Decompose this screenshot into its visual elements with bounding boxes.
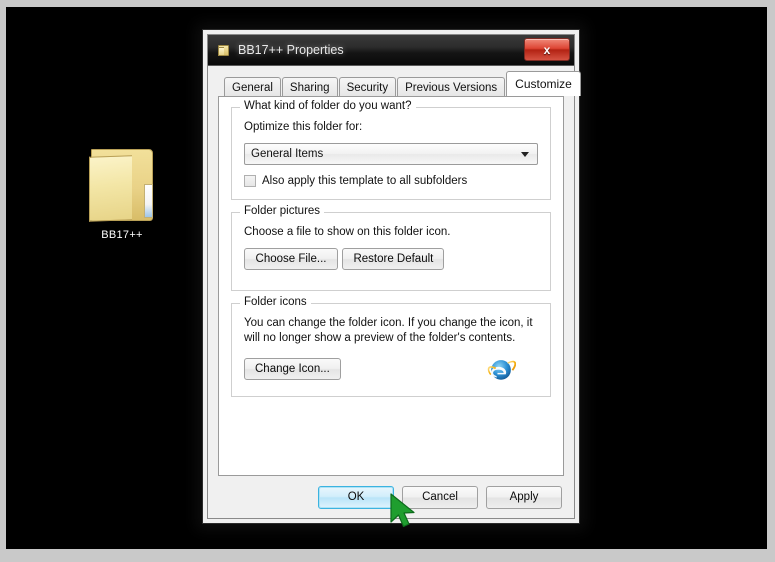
apply-subfolders-label: Also apply this template to all subfolde… xyxy=(262,175,468,187)
properties-dialog: BB17++ Properties x General Sharing Secu… xyxy=(202,29,581,524)
internet-explorer-icon xyxy=(487,360,516,380)
group-folder-type: What kind of folder do you want? Optimiz… xyxy=(231,100,551,200)
folder-pictures-description: Choose a file to show on this folder ico… xyxy=(244,226,451,238)
folder-icon xyxy=(89,145,155,223)
tab-security[interactable]: Security xyxy=(338,77,397,98)
choose-file-button[interactable]: Choose File... xyxy=(244,248,338,270)
apply-subfolders-row[interactable]: Also apply this template to all subfolde… xyxy=(244,175,538,187)
tab-previous-versions[interactable]: Previous Versions xyxy=(397,77,506,98)
chevron-down-icon xyxy=(521,152,529,157)
dialog-titlebar[interactable]: BB17++ Properties x xyxy=(208,35,574,66)
tab-general[interactable]: General xyxy=(224,77,281,98)
change-icon-button[interactable]: Change Icon... xyxy=(244,358,341,380)
tab-customize[interactable]: Customize xyxy=(506,71,581,96)
optimize-label: Optimize this folder for: xyxy=(244,121,363,133)
screen-frame: BB17++ BB17++ Properties x General Shari… xyxy=(0,0,775,562)
dialog-button-bar: OK Cancel Apply xyxy=(208,476,574,518)
desktop-icon-bb17[interactable]: BB17++ xyxy=(80,145,164,241)
group-folder-icons-title: Folder icons xyxy=(240,296,311,308)
tab-sharing[interactable]: Sharing xyxy=(281,77,338,98)
tab-page-customize: What kind of folder do you want? Optimiz… xyxy=(218,96,564,476)
dialog-title: BB17++ Properties xyxy=(238,43,344,57)
group-folder-icons: Folder icons You can change the folder i… xyxy=(231,296,551,397)
titlebar-folder-icon xyxy=(218,44,230,57)
folder-icon-front xyxy=(89,155,132,222)
folder-icons-description: You can change the folder icon. If you c… xyxy=(244,317,533,344)
group-folder-type-title: What kind of folder do you want? xyxy=(240,100,416,112)
close-icon[interactable]: x xyxy=(524,38,570,61)
restore-default-button[interactable]: Restore Default xyxy=(342,248,445,270)
apply-button[interactable]: Apply xyxy=(486,485,562,509)
apply-subfolders-checkbox[interactable] xyxy=(244,175,256,187)
desktop-background: BB17++ BB17++ Properties x General Shari… xyxy=(6,7,767,549)
folder-template-dropdown[interactable]: General Items xyxy=(244,143,538,165)
folder-icon-tab xyxy=(144,184,153,218)
group-folder-pictures: Folder pictures Choose a file to show on… xyxy=(231,205,551,291)
desktop-icon-label: BB17++ xyxy=(101,229,143,241)
cancel-button[interactable]: Cancel xyxy=(402,485,478,509)
ok-button[interactable]: OK xyxy=(318,485,394,509)
group-folder-pictures-title: Folder pictures xyxy=(240,205,325,217)
close-button-glyph: x xyxy=(543,42,551,57)
tab-strip: General Sharing Security Previous Versio… xyxy=(208,66,581,98)
dialog-inner-frame: BB17++ Properties x General Sharing Secu… xyxy=(207,34,581,519)
folder-template-value: General Items xyxy=(251,148,324,160)
folder-icons-row: Change Icon... xyxy=(244,354,538,384)
